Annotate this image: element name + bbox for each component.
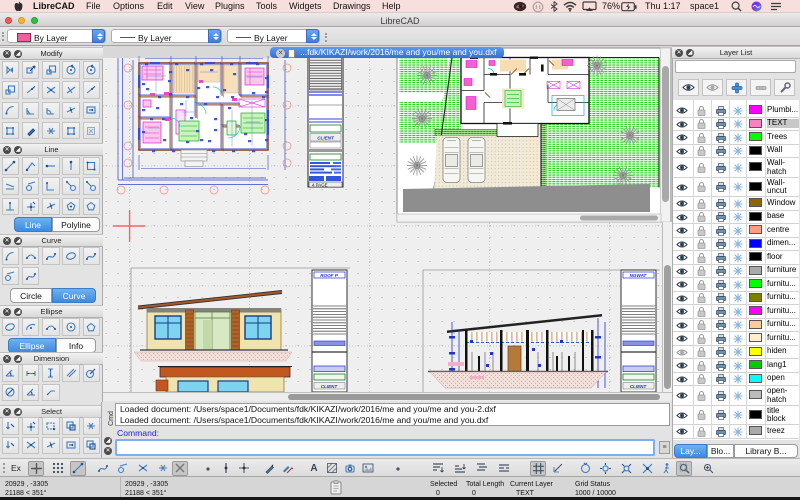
svg-text:ROOF P: ROOF P bbox=[320, 273, 339, 278]
svg-text:CLIENT: CLIENT bbox=[321, 384, 339, 389]
svg-text:CLIENT: CLIENT bbox=[317, 136, 335, 141]
svg-text:CLIENT: CLIENT bbox=[630, 384, 648, 389]
svg-text:4 PAGE: 4 PAGE bbox=[312, 183, 328, 188]
svg-text:NGWAT: NGWAT bbox=[630, 273, 648, 278]
